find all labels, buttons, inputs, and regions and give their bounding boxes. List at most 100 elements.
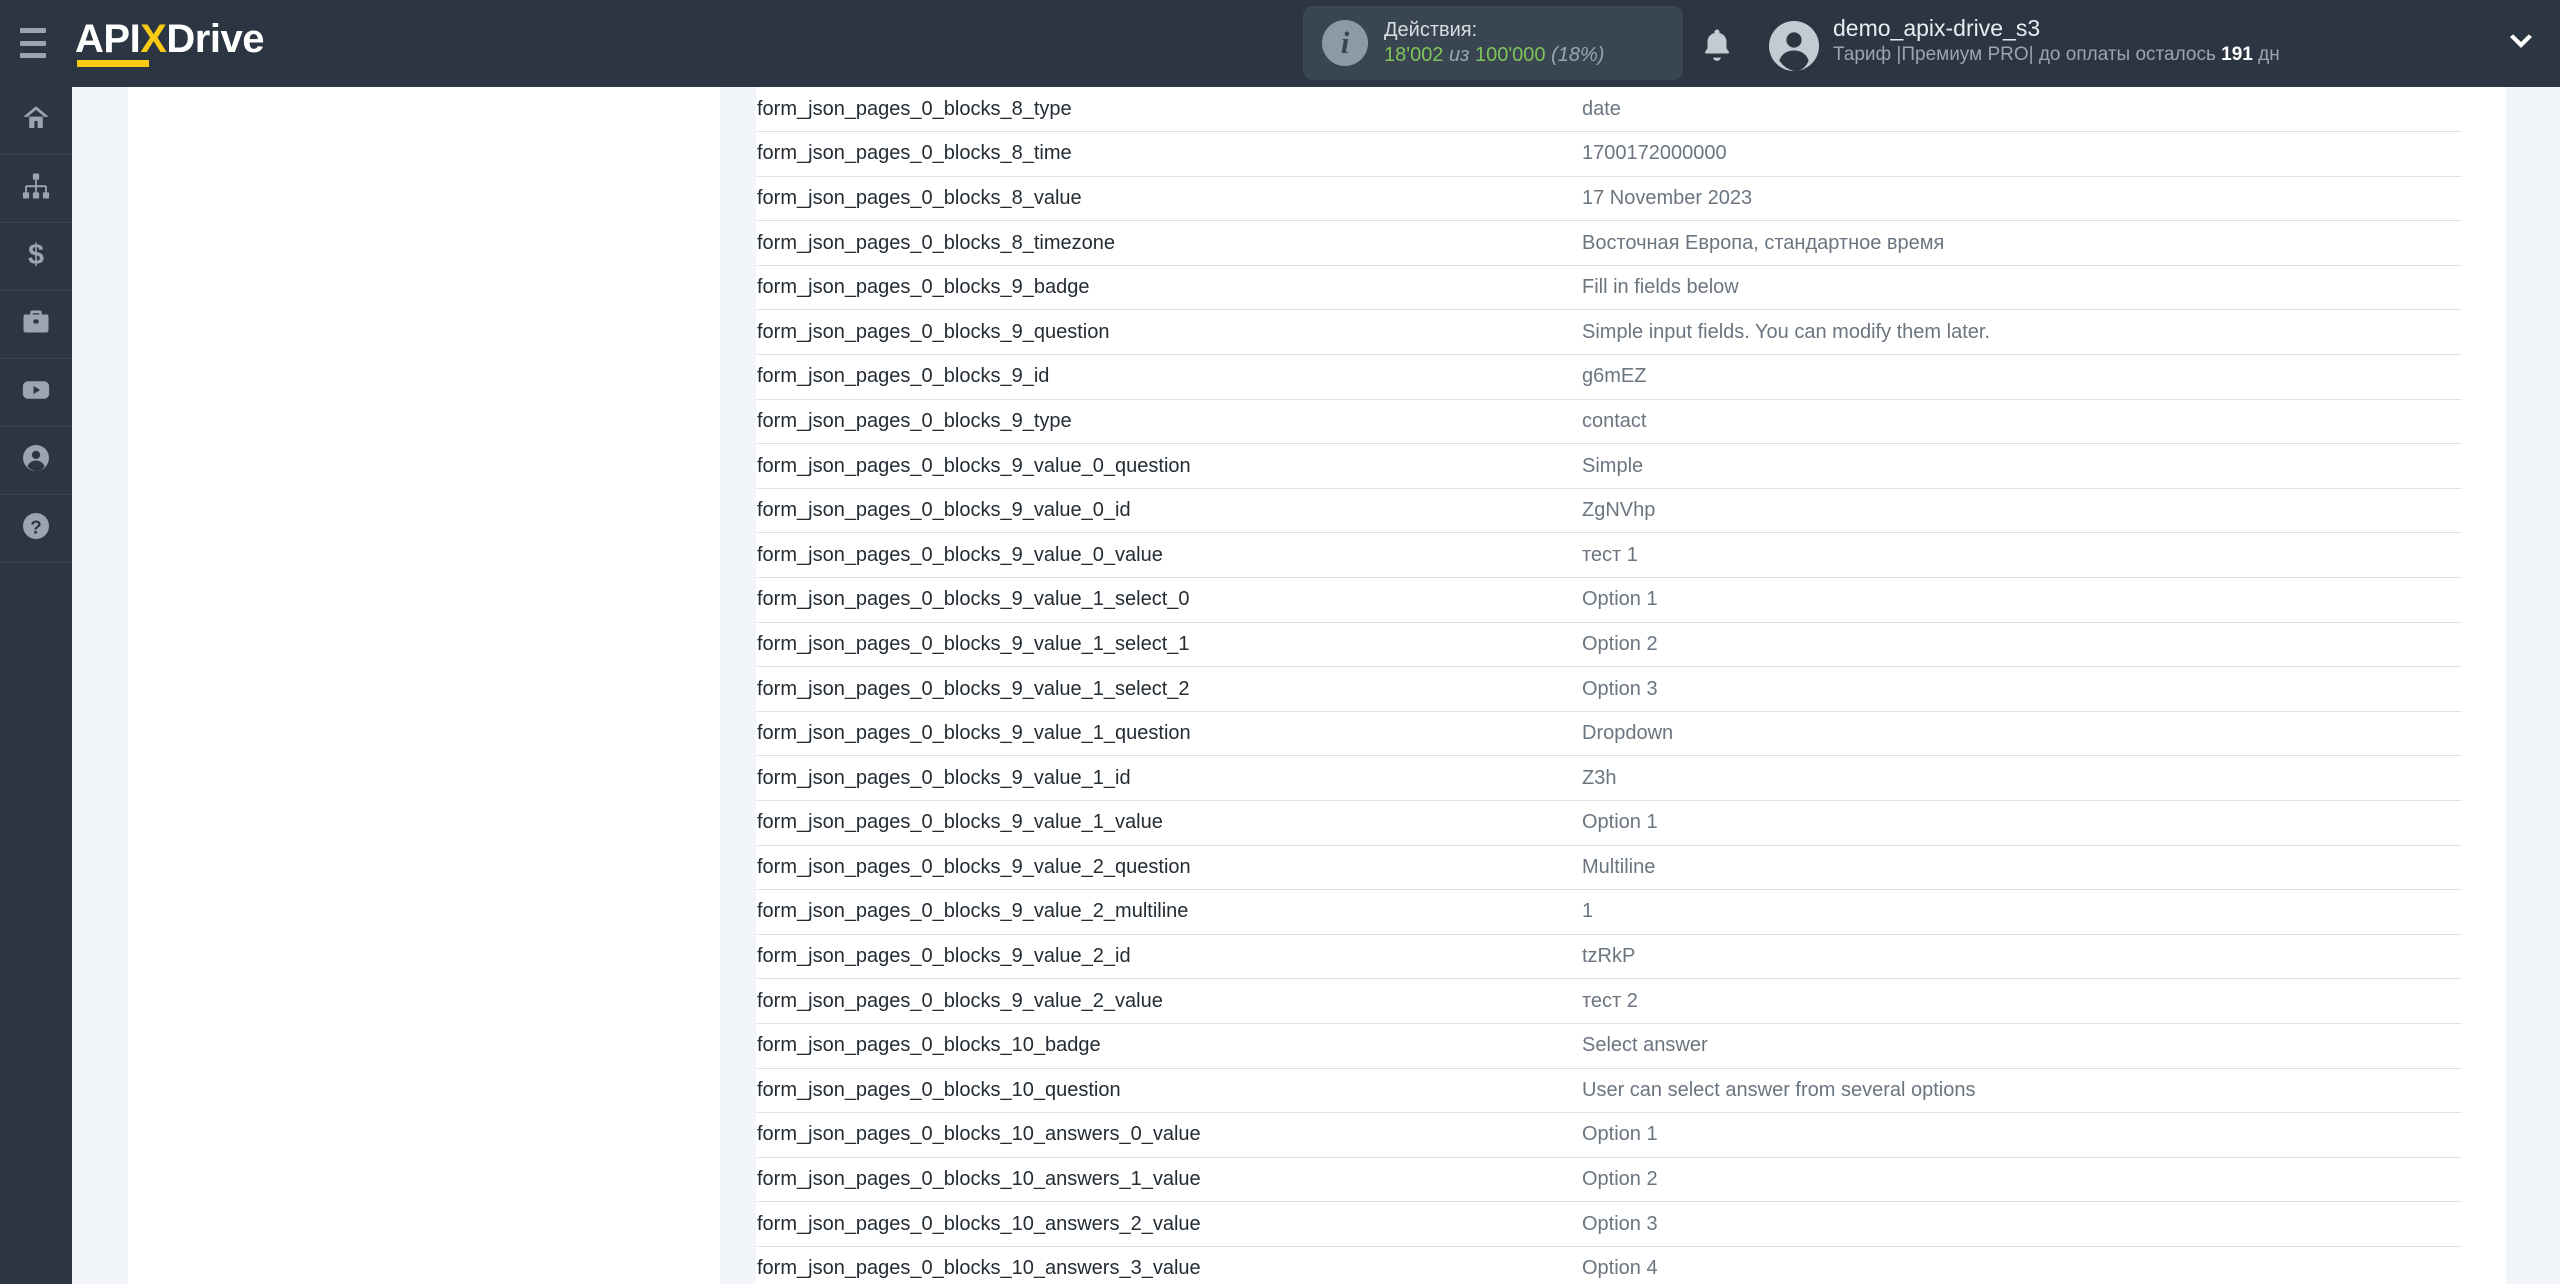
table-row: form_json_pages_0_blocks_10_answers_1_va…	[757, 1157, 2461, 1203]
question-circle-icon: ?	[21, 511, 51, 546]
field-value: User can select answer from several opti…	[1582, 1068, 2461, 1114]
table-row: form_json_pages_0_blocks_9_value_2_quest…	[757, 845, 2461, 891]
field-value: тест 1	[1582, 532, 2461, 579]
account-info[interactable]: demo_apix-drive_s3 Тариф |Премиум PRO| д…	[1833, 14, 2280, 68]
hamburger-bar	[20, 53, 46, 58]
sidebar-item-billing[interactable]: $	[0, 223, 72, 291]
hamburger-bar	[20, 40, 46, 46]
logo-text-x: X	[140, 17, 167, 61]
account-username: demo_apix-drive_s3	[1833, 15, 2041, 41]
hamburger-menu-icon[interactable]	[20, 28, 46, 58]
table-row: form_json_pages_0_blocks_8_time 170017200…	[757, 131, 2461, 177]
sidebar-item-home[interactable]	[0, 87, 72, 155]
field-key: form_json_pages_0_blocks_9_value_0_value	[757, 532, 1582, 579]
field-value: Option 3	[1582, 1201, 2461, 1247]
content-card: form_json_pages_0_blocks_8_type date form_…	[128, 87, 2506, 1284]
field-value: Option 1	[1582, 577, 2461, 623]
actions-percent: (18%)	[1551, 44, 1605, 66]
field-key: form_json_pages_0_blocks_9_value_1_quest…	[757, 711, 1582, 757]
field-value: Fill in fields below	[1582, 265, 2461, 311]
field-key: form_json_pages_0_blocks_9_value_1_selec…	[757, 577, 1582, 623]
left-sidebar: $ ?	[0, 87, 72, 1284]
field-key: form_json_pages_0_blocks_9_value_1_value	[757, 800, 1582, 846]
field-value: Simple	[1582, 443, 2461, 489]
field-value: Simple input fields. You can modify them…	[1582, 309, 2461, 356]
panel-divider	[720, 87, 756, 1284]
field-key: form_json_pages_0_blocks_9_value_1_selec…	[757, 622, 1582, 668]
table-row: form_json_pages_0_blocks_10_answers_0_va…	[757, 1112, 2461, 1158]
table-row: form_json_pages_0_blocks_9_question Simpl…	[757, 309, 2461, 356]
field-key: form_json_pages_0_blocks_9_type	[757, 399, 1582, 445]
dollar-icon: $	[21, 239, 51, 274]
account-plan-days: 191	[2221, 44, 2253, 66]
user-avatar-icon[interactable]	[1768, 20, 1820, 72]
table-row: form_json_pages_0_blocks_8_type date	[757, 87, 2461, 133]
actions-separator: из	[1449, 44, 1470, 66]
bell-icon[interactable]	[1698, 26, 1736, 64]
app-header: APIXDrive i Действия: 18'002 из 100'000 …	[0, 0, 2560, 87]
sitemap-icon	[21, 171, 51, 206]
table-row: form_json_pages_0_blocks_9_value_1_selec…	[757, 577, 2461, 623]
field-value: Select answer	[1582, 1023, 2461, 1069]
field-value: Dropdown	[1582, 711, 2461, 757]
table-row: form_json_pages_0_blocks_9_id g6mEZ	[757, 354, 2461, 400]
field-value: Восточная Европа, стандартное время	[1582, 220, 2461, 266]
sidebar-item-business[interactable]	[0, 291, 72, 359]
chevron-down-icon[interactable]	[2506, 32, 2536, 54]
actions-values: 18'002 из 100'000 (18%)	[1384, 43, 1604, 68]
table-row: form_json_pages_0_blocks_9_value_1_quest…	[757, 711, 2461, 757]
table-row: form_json_pages_0_blocks_9_value_1_selec…	[757, 666, 2461, 712]
field-key-value-table: form_json_pages_0_blocks_8_type date form_…	[757, 87, 2461, 1284]
table-row: form_json_pages_0_blocks_10_answers_2_va…	[757, 1201, 2461, 1247]
field-value: tzRkP	[1582, 934, 2461, 980]
field-key: form_json_pages_0_blocks_9_value_0_quest…	[757, 443, 1582, 489]
table-row: form_json_pages_0_blocks_10_question User…	[757, 1068, 2461, 1114]
field-key: form_json_pages_0_blocks_9_value_2_quest…	[757, 845, 1582, 891]
table-row: form_json_pages_0_blocks_9_value_2_multi…	[757, 889, 2461, 935]
actions-counter-text: Действия: 18'002 из 100'000 (18%)	[1384, 18, 1604, 68]
field-key: form_json_pages_0_blocks_9_value_2_value	[757, 978, 1582, 1024]
table-row: form_json_pages_0_blocks_9_value_1_selec…	[757, 622, 2461, 668]
account-plan-prefix: Тариф |Премиум PRO| до оплаты осталось	[1833, 44, 2222, 66]
table-row: form_json_pages_0_blocks_9_badge Fill in …	[757, 265, 2461, 311]
sidebar-item-account[interactable]	[0, 427, 72, 495]
field-value: 1700172000000	[1582, 131, 2461, 177]
actions-counter[interactable]: i Действия: 18'002 из 100'000 (18%)	[1303, 6, 1683, 80]
field-key: form_json_pages_0_blocks_8_time	[757, 131, 1582, 177]
field-value: contact	[1582, 399, 2461, 445]
field-key: form_json_pages_0_blocks_10_answers_3_va…	[757, 1246, 1582, 1284]
field-key: form_json_pages_0_blocks_9_value_2_id	[757, 934, 1582, 980]
field-value: g6mEZ	[1582, 354, 2461, 400]
field-key: form_json_pages_0_blocks_10_answers_0_va…	[757, 1112, 1582, 1158]
sidebar-item-help[interactable]: ?	[0, 495, 72, 563]
svg-text:?: ?	[30, 517, 41, 538]
table-row: form_json_pages_0_blocks_9_value_2_id tzR…	[757, 934, 2461, 980]
field-key: form_json_pages_0_blocks_9_value_0_id	[757, 488, 1582, 534]
user-circle-icon	[21, 443, 51, 478]
field-value: Option 4	[1582, 1246, 2461, 1284]
field-key: form_json_pages_0_blocks_10_answers_2_va…	[757, 1201, 1582, 1247]
field-key: form_json_pages_0_blocks_10_answers_1_va…	[757, 1157, 1582, 1203]
field-value: Option 1	[1582, 1112, 2461, 1158]
field-key: form_json_pages_0_blocks_8_value	[757, 176, 1582, 222]
table-row: form_json_pages_0_blocks_9_value_0_value…	[757, 532, 2461, 579]
sidebar-item-connections[interactable]	[0, 155, 72, 223]
table-row: form_json_pages_0_blocks_9_value_1_id Z3h	[757, 755, 2461, 801]
hamburger-bar	[20, 28, 46, 33]
field-value: date	[1582, 87, 2461, 133]
field-value: Multiline	[1582, 845, 2461, 891]
table-row: form_json_pages_0_blocks_8_timezone Восто…	[757, 220, 2461, 266]
apixdrive-logo[interactable]: APIXDrive	[75, 14, 264, 72]
account-plan-suffix: дн	[2252, 44, 2280, 66]
field-key: form_json_pages_0_blocks_9_value_1_selec…	[757, 666, 1582, 712]
actions-used: 18'002	[1384, 44, 1444, 66]
field-value: 1	[1582, 889, 2461, 935]
field-key: form_json_pages_0_blocks_8_type	[757, 87, 1582, 133]
home-icon	[21, 103, 51, 138]
table-row: form_json_pages_0_blocks_10_answers_3_va…	[757, 1246, 2461, 1284]
actions-total: 100'000	[1474, 44, 1546, 66]
logo-text-api: API	[75, 17, 141, 61]
table-row: form_json_pages_0_blocks_9_value_1_value…	[757, 800, 2461, 846]
sidebar-item-video[interactable]	[0, 359, 72, 427]
info-icon: i	[1322, 20, 1368, 66]
